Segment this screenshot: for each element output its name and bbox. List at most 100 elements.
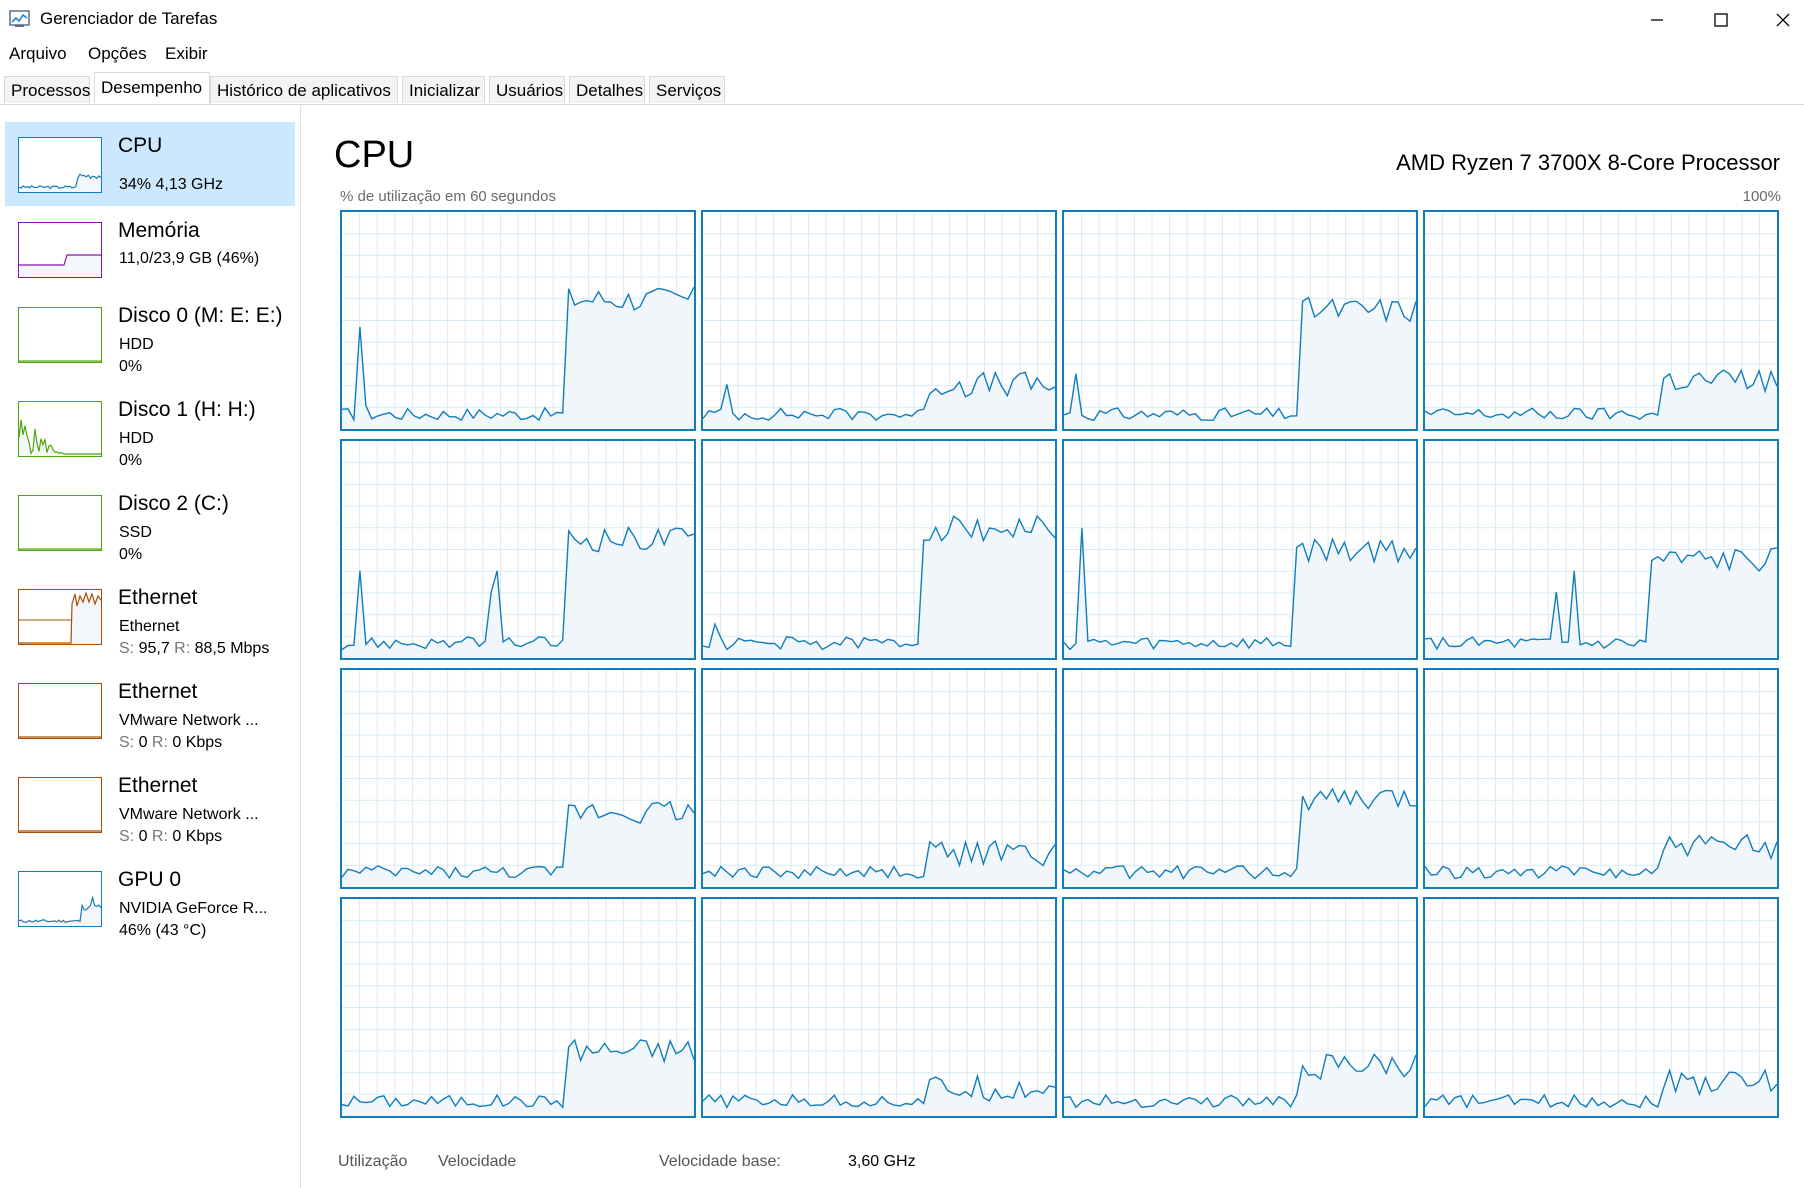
sidebar-item-name: Ethernet <box>118 774 198 797</box>
sidebar-item-throughput: S: 0 R: 0 Kbps <box>119 734 223 751</box>
minimize-icon <box>1651 19 1663 21</box>
menu-opcoes[interactable]: Opções <box>88 44 147 64</box>
close-icon <box>1776 13 1790 27</box>
sidebar-item-adapter: VMware Network ... <box>119 806 259 823</box>
core-utilization-line <box>703 670 1055 887</box>
ethernet-thumbnail-graph <box>18 777 102 833</box>
core-utilization-line <box>1425 670 1777 887</box>
cpu-core-graph <box>1062 668 1418 889</box>
thumbnail-sparkline <box>19 548 101 550</box>
menu-bar: Arquivo Opções Exibir <box>0 42 1804 68</box>
stat-velocidade-label: Velocidade <box>438 1153 517 1170</box>
stat-velocidade-base-label: Velocidade base: <box>659 1153 781 1170</box>
core-utilization-line <box>1425 212 1777 429</box>
core-utilization-line <box>342 441 694 658</box>
sidebar-item-name: Ethernet <box>118 586 198 609</box>
core-utilization-line <box>1064 670 1416 887</box>
sidebar-item-detail: 0% <box>119 358 143 375</box>
disk-thumbnail-graph <box>18 401 102 457</box>
sidebar-item-detail: 0% <box>119 452 143 469</box>
cpu-core-graph <box>1062 439 1418 660</box>
cpu-thumbnail-graph <box>18 137 102 193</box>
sidebar-item-detail: 34% 4,13 GHz <box>119 176 224 193</box>
cpu-core-graph <box>340 210 696 431</box>
sidebar-item-disco-0[interactable]: Disco 0 (M: E: E:) HDD 0% <box>5 292 295 376</box>
cpu-core-graph <box>1423 210 1779 431</box>
cpu-core-graph <box>1423 897 1779 1118</box>
sidebar-item-name: Disco 1 (H: H:) <box>118 398 256 421</box>
sidebar-item-type: HDD <box>119 336 154 353</box>
maximize-button[interactable] <box>1690 0 1752 40</box>
thumbnail-sparkline <box>19 830 101 832</box>
close-button[interactable] <box>1752 0 1804 40</box>
sidebar-item-type: SSD <box>119 524 152 541</box>
thumbnail-sparkline <box>19 419 101 456</box>
core-utilization-line <box>703 212 1055 429</box>
core-utilization-line <box>703 441 1055 658</box>
sidebar-item-name: GPU 0 <box>118 868 182 891</box>
max-percent-label: 100% <box>1742 188 1781 205</box>
tab-servicos[interactable]: Serviços <box>649 76 725 103</box>
menu-arquivo[interactable]: Arquivo <box>9 44 67 64</box>
sidebar-item-name: Memória <box>118 219 200 242</box>
sidebar-item-name: Disco 0 (M: E: E:) <box>118 304 283 327</box>
ethernet-thumbnail-graph <box>18 683 102 739</box>
title-bar: Gerenciador de Tarefas <box>0 0 1804 40</box>
core-utilization-line <box>703 899 1055 1116</box>
gpu-thumbnail-graph <box>18 871 102 927</box>
thumbnail-sparkline <box>19 173 101 192</box>
sidebar-item-memoria[interactable]: Memória 11,0/23,9 GB (46%) <box>5 207 295 291</box>
sidebar-item-model: NVIDIA GeForce R... <box>119 900 268 917</box>
tab-inicializar[interactable]: Inicializar <box>402 76 485 103</box>
cpu-core-graph <box>701 668 1057 889</box>
resource-sidebar: CPU 34% 4,13 GHz Memória 11,0/23,9 GB (4… <box>0 104 301 1188</box>
cpu-core-graphs <box>340 210 1781 1120</box>
sidebar-item-ethernet-vmware-1[interactable]: Ethernet VMware Network ... S: 0 R: 0 Kb… <box>5 668 295 752</box>
cpu-core-graph <box>701 210 1057 431</box>
page-title: CPU <box>334 134 415 176</box>
sidebar-item-ethernet[interactable]: Ethernet Ethernet S: 95,7 R: 88,5 Mbps <box>5 574 295 658</box>
thumbnail-sparkline <box>19 360 101 362</box>
tab-bar: Processos Desempenho Histórico de aplica… <box>0 72 1804 105</box>
tab-usuarios[interactable]: Usuários <box>489 76 565 103</box>
tab-processos[interactable]: Processos <box>4 76 90 103</box>
disk-thumbnail-graph <box>18 495 102 551</box>
sidebar-item-adapter: Ethernet <box>119 618 180 635</box>
sidebar-item-throughput: S: 95,7 R: 88,5 Mbps <box>119 640 270 657</box>
core-utilization-line <box>342 212 694 429</box>
window-title: Gerenciador de Tarefas <box>40 9 218 28</box>
core-utilization-line <box>1425 441 1777 658</box>
utilization-caption: % de utilização em 60 segundos <box>340 188 556 205</box>
sidebar-item-cpu[interactable]: CPU 34% 4,13 GHz <box>5 122 295 206</box>
sidebar-item-ethernet-vmware-2[interactable]: Ethernet VMware Network ... S: 0 R: 0 Kb… <box>5 762 295 846</box>
tab-historico[interactable]: Histórico de aplicativos <box>210 76 398 103</box>
menu-exibir[interactable]: Exibir <box>165 44 208 64</box>
tab-detalhes[interactable]: Detalhes <box>569 76 645 103</box>
cpu-core-graph <box>1062 897 1418 1118</box>
task-manager-icon <box>9 10 30 27</box>
cpu-core-graph <box>340 897 696 1118</box>
sidebar-item-disco-1[interactable]: Disco 1 (H: H:) HDD 0% <box>5 386 295 470</box>
stat-velocidade-base-value: 3,60 GHz <box>848 1153 916 1170</box>
thumbnail-sparkline <box>19 254 101 277</box>
sidebar-item-name: CPU <box>118 134 163 157</box>
cpu-core-graph <box>340 668 696 889</box>
processor-name: AMD Ryzen 7 3700X 8-Core Processor <box>1396 150 1780 175</box>
sidebar-item-detail: 46% (43 °C) <box>119 922 207 939</box>
thumbnail-sparkline <box>19 895 101 926</box>
sidebar-item-gpu-0[interactable]: GPU 0 NVIDIA GeForce R... 46% (43 °C) <box>5 856 295 940</box>
sidebar-item-detail: 11,0/23,9 GB (46%) <box>119 250 260 267</box>
cpu-core-graph <box>1423 439 1779 660</box>
sidebar-item-disco-2[interactable]: Disco 2 (C:) SSD 0% <box>5 480 295 564</box>
cpu-core-graph <box>1423 668 1779 889</box>
thumbnail-sparkline <box>19 736 101 738</box>
tab-desempenho[interactable]: Desempenho <box>94 72 210 104</box>
core-utilization-line <box>1064 899 1416 1116</box>
minimize-button[interactable] <box>1626 0 1688 40</box>
core-utilization-line <box>1425 899 1777 1116</box>
stat-utilizacao-label: Utilização <box>338 1153 408 1170</box>
ethernet-thumbnail-graph <box>18 589 102 645</box>
maximize-icon <box>1714 13 1728 27</box>
sidebar-item-throughput: S: 0 R: 0 Kbps <box>119 828 223 845</box>
cpu-core-graph <box>701 439 1057 660</box>
